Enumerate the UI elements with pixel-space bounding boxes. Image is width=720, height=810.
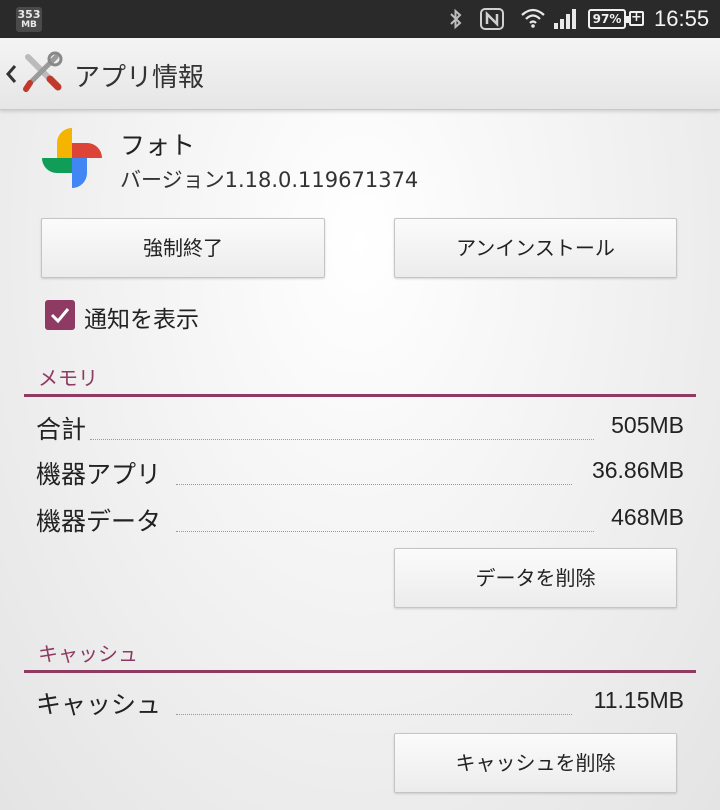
memory-row-label: 合計 — [36, 415, 87, 444]
back-chevron-icon[interactable] — [5, 64, 17, 88]
page-title: アプリ情報 — [74, 63, 205, 93]
cache-row: キャッシュ 11.15MB — [36, 685, 684, 721]
leader-dots — [176, 531, 594, 532]
cache-row-value: 11.15MB — [593, 687, 684, 713]
bluetooth-icon — [448, 8, 464, 34]
memory-row-app: 機器アプリ 36.86MB — [36, 455, 684, 491]
settings-tools-icon[interactable] — [20, 51, 64, 99]
leader-dots — [90, 439, 594, 440]
clear-data-button[interactable]: データを削除 — [394, 548, 677, 608]
memory-row-total: 合計 505MB — [36, 410, 684, 446]
checkmark-icon — [50, 308, 70, 324]
status-bar: 353 MB 97% + 16:55 — [0, 0, 720, 38]
memory-row-value: 468MB — [611, 504, 684, 530]
charging-icon: + — [629, 11, 644, 26]
memory-row-data: 機器データ 468MB — [36, 502, 684, 538]
wifi-icon — [521, 8, 545, 32]
memory-usage-unit: MB — [21, 20, 37, 30]
cache-section-title: キャッシュ — [38, 642, 138, 666]
leader-dots — [176, 714, 572, 715]
app-name: フォト — [120, 131, 196, 160]
cache-row-label: キャッシュ — [36, 690, 162, 719]
uninstall-button[interactable]: アンインストール — [394, 218, 677, 278]
battery-icon: 97% — [588, 9, 629, 29]
show-notifications-label: 通知を表示 — [84, 307, 199, 333]
nfc-icon — [480, 8, 504, 34]
leader-dots — [176, 484, 572, 485]
action-bar: アプリ情報 — [0, 38, 720, 110]
memory-section-title: メモリ — [38, 366, 98, 390]
memory-usage-badge: 353 MB — [16, 7, 42, 32]
signal-strength-icon — [553, 9, 577, 33]
memory-row-label: 機器データ — [36, 507, 162, 536]
clear-cache-button[interactable]: キャッシュを削除 — [394, 733, 677, 793]
photos-app-icon — [38, 124, 106, 196]
memory-section-divider — [24, 394, 696, 397]
cache-section-divider — [24, 670, 696, 673]
app-version: バージョン1.18.0.119671374 — [120, 168, 419, 192]
status-clock: 16:55 — [654, 6, 710, 31]
memory-row-value: 505MB — [611, 412, 684, 438]
force-stop-button[interactable]: 強制終了 — [41, 218, 325, 278]
show-notifications-checkbox[interactable] — [45, 300, 75, 330]
memory-row-label: 機器アプリ — [36, 460, 162, 489]
memory-row-value: 36.86MB — [591, 457, 684, 483]
